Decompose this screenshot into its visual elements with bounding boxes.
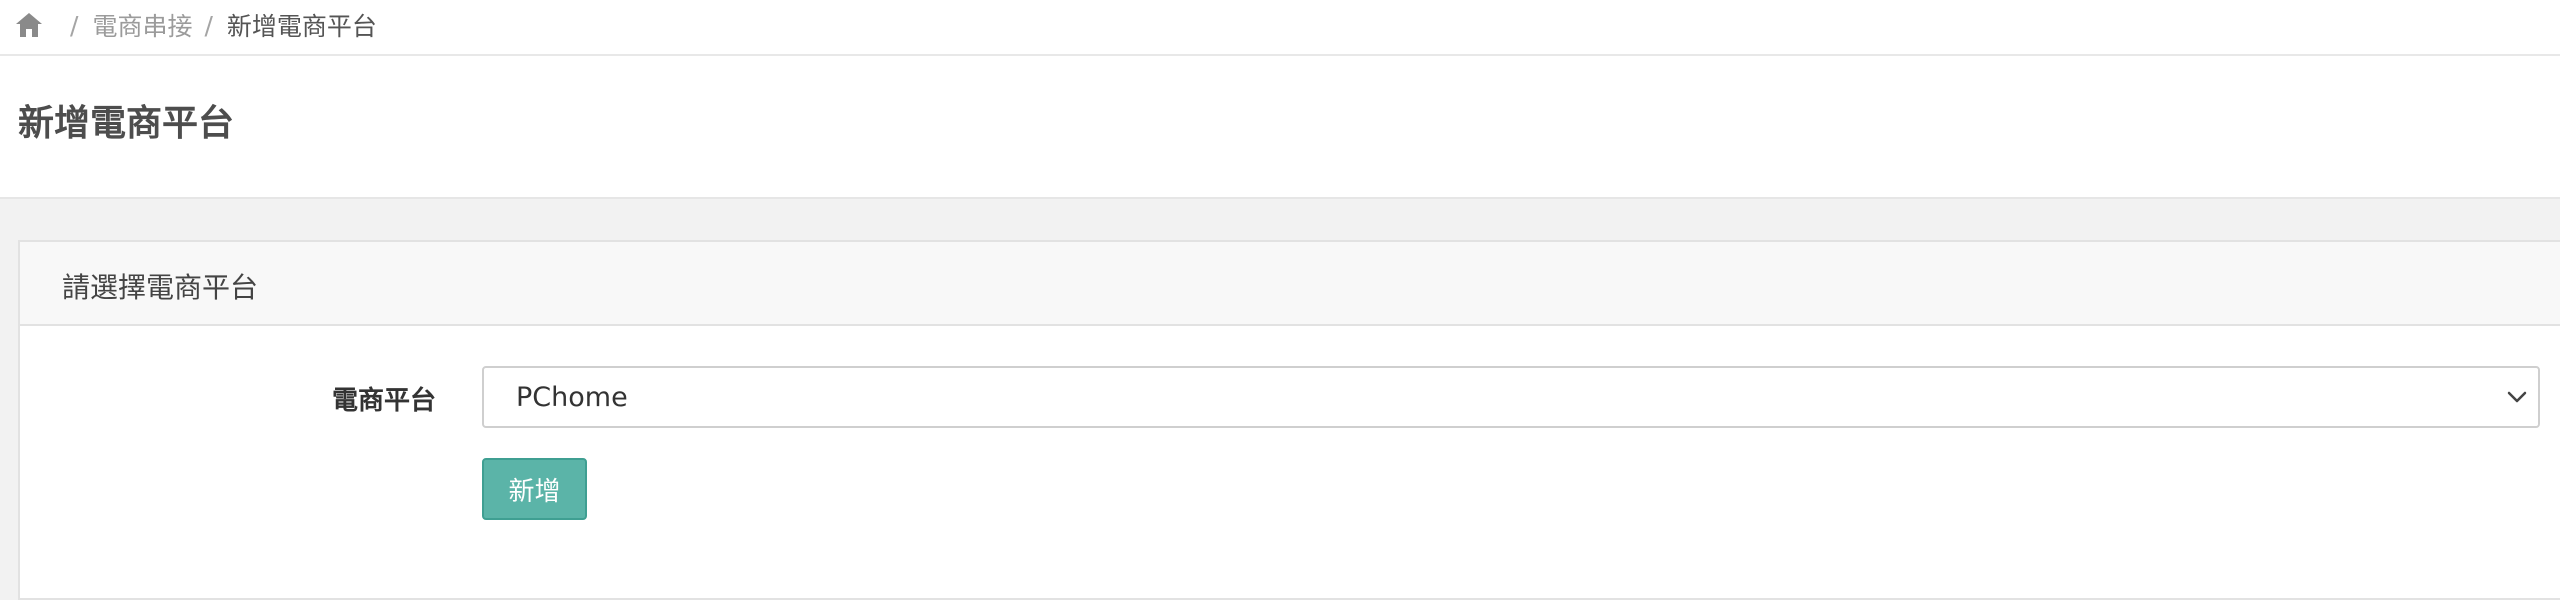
top-breadcrumb-bar: / 電商串接 / 新增電商平台 (0, 0, 2560, 56)
add-button[interactable]: 新增 (482, 458, 587, 520)
panel-heading: 請選擇電商平台 (20, 242, 2560, 326)
platform-select[interactable]: PChome (482, 366, 2540, 428)
breadcrumb-separator: / (70, 10, 79, 40)
page-header: 新增電商平台 (0, 56, 2560, 199)
chevron-down-icon (2507, 391, 2527, 403)
panel-title: 請選擇電商平台 (62, 271, 259, 304)
home-icon[interactable] (14, 11, 44, 39)
page-title: 新增電商平台 (18, 103, 235, 144)
breadcrumb: / 電商串接 / 新增電商平台 (14, 6, 377, 44)
platform-field-label: 電商平台 (332, 386, 437, 416)
breadcrumb-item-current: 新增電商平台 (226, 12, 377, 41)
platform-selection-panel: 請選擇電商平台 電商平台 PChome 新增 (18, 240, 2560, 600)
breadcrumb-item-ecommerce-integration[interactable]: 電商串接 (92, 7, 192, 43)
platform-select-value: PChome (516, 382, 628, 413)
breadcrumb-separator: / (204, 10, 213, 40)
